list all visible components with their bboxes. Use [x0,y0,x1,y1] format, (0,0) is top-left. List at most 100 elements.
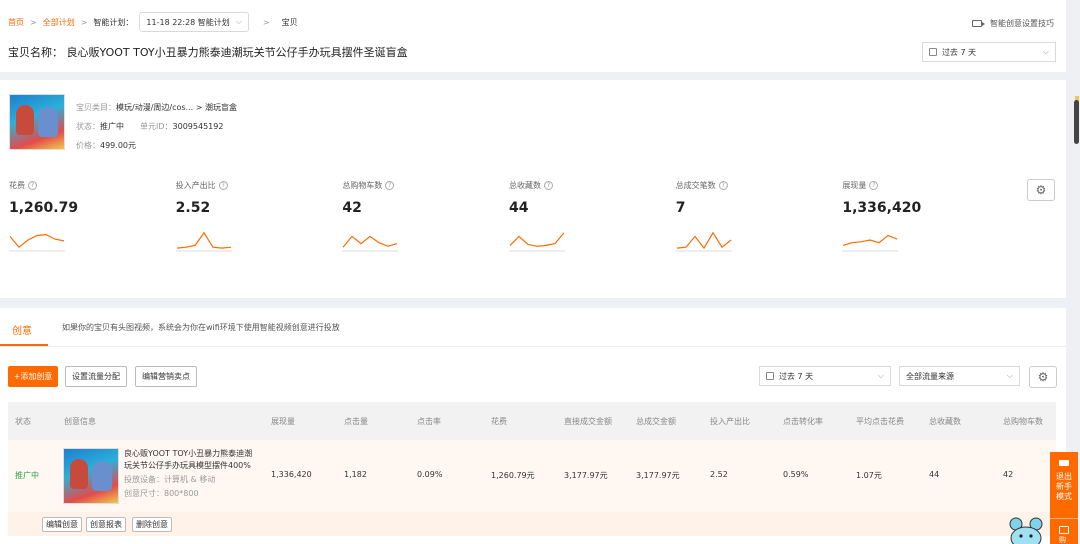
creative-date-value: 过去 7 天 [779,371,814,381]
creative-date-select[interactable]: 过去 7 天 ⌵ [759,366,891,386]
creative-title: 良心贩YOOT TOY小丑暴力熊泰迪潮玩关节公仔手办玩具模型摆件400% [124,449,253,470]
gear-icon: ⚙ [1035,183,1047,197]
help-icon[interactable]: ? [869,181,879,190]
sparkline-series [509,232,565,247]
cart-label: 购 [1059,536,1066,544]
sparkline-roi [175,231,232,252]
edit-selling-points-button[interactable]: 编辑营销卖点 [135,366,197,387]
graduation-cap-icon [1059,460,1069,466]
col-cpc[interactable]: 平均点击花费 [856,416,904,427]
product-status: 状态：推广中 单元ID：3009545192 [76,122,224,131]
product-overview-card: 宝贝类目：模玩/动漫/周边/cos... > 潮玩盲盒 状态：推广中 单元ID：3… [0,80,1066,298]
metric-impressions: 展现量? 1,336,420 [842,180,1009,255]
col-spend[interactable]: 花费 [491,416,507,427]
col-clicks[interactable]: 点击量 [344,416,368,427]
row-actions: 编辑创意 创意报表 删除创意 [8,512,1056,536]
product-image[interactable] [9,94,65,150]
breadcrumb: 首页 > 全部计划 > 智能计划： 11-18 22:28 智能计划 ⌵ > 宝… [8,12,298,32]
smart-plan-select[interactable]: 11-18 22:28 智能计划 ⌵ [139,12,249,32]
creative-report-button[interactable]: 创意报表 [86,517,126,532]
chevron-down-icon: ⌵ [1006,371,1013,380]
sparkline-carts [342,235,399,252]
gear-icon: ⚙ [1037,370,1049,384]
creative-note: 如果你的宝贝有头图视频，系统会为你在wifi环境下使用智能视频创意进行投放 [62,323,340,332]
col-direct-gmv[interactable]: 直接成交金额 [564,416,612,427]
add-creative-button[interactable]: +添加创意 [8,366,58,387]
col-cvr[interactable]: 点击转化率 [783,416,823,427]
creative-image[interactable] [63,448,119,504]
sparkline-series [342,235,398,248]
col-status: 状态 [15,417,31,426]
metric-favorites: 总收藏数? 44 [509,180,676,255]
date-range-select[interactable]: 过去 7 天 ⌵ [922,42,1056,62]
cell-roi: 2.52 [710,470,728,479]
breadcrumb-separator: > [80,17,88,27]
delete-creative-button[interactable]: 删除创意 [132,517,172,532]
sparkline-impressions [842,234,899,252]
calendar-icon [929,48,937,56]
help-icon[interactable]: ? [218,181,228,190]
calendar-icon [766,372,774,380]
mascot-icon[interactable] [1006,516,1046,544]
cell-carts: 42 [1003,470,1014,479]
exit-beginner-mode-label: 退出新手模式 [1056,472,1072,501]
table-row: 推广中 良心贩YOOT TOY小丑暴力熊泰迪潮玩关节公仔手办玩具模型摆件400%… [8,440,1056,512]
row-status: 推广中 [15,471,39,480]
metric-roi: 投入产出比? 2.52 [175,180,343,255]
help-icon[interactable]: ? [28,181,37,190]
cell-clicks: 1,182 [344,470,367,479]
divider [0,346,1066,347]
cell-cpc: 1.07元 [856,471,882,480]
help-icon[interactable]: ? [718,181,728,190]
traffic-source-select[interactable]: 全部流量来源 ⌵ [899,366,1020,386]
breadcrumb-all-plans[interactable]: 全部计划 [43,17,75,28]
video-camera-icon [972,20,985,27]
sparkline-series [843,234,898,246]
cell-cvr: 0.59% [783,470,809,479]
col-ctr[interactable]: 点击率 [417,416,441,427]
col-creative-info: 创意信息 [64,417,96,426]
metric-carts: 总购物车数? 42 [342,180,509,255]
setup-tips-link[interactable]: 智能创意设置技巧 [972,18,1054,29]
col-impressions[interactable]: 展现量 [271,416,295,427]
metric-orders: 总成交笔数? 7 [675,180,843,255]
product-name: 宝贝名称： 良心贩YOOT TOY小丑暴力熊泰迪潮玩关节公仔手办玩具摆件圣诞盲盒 [8,44,408,60]
sparkline-orders [675,231,732,252]
table-header: 状态 创意信息 展现量 点击量 点击率 花费 直接成交金额 总成交金额 投入产出… [8,402,1056,440]
edit-creative-button[interactable]: 编辑创意 [42,517,82,532]
breadcrumb-separator: > [262,17,270,27]
sparkline-favorites [509,232,566,252]
metrics-settings-button[interactable]: ⚙ [1027,179,1055,201]
tab-creative[interactable]: 创意 [12,322,32,337]
creative-device: 投放设备：计算机 & 移动 [124,475,216,484]
cell-ctr: 0.09% [417,470,443,479]
scrollbar-thumb[interactable] [1074,100,1079,144]
col-roi[interactable]: 投入产出比 [710,416,750,427]
cell-spend: 1,260.79元 [491,471,535,480]
cell-impressions: 1,336,420 [271,470,312,479]
sparkline-spend [9,233,65,252]
col-carts[interactable]: 总购物车数 [1003,416,1043,427]
chevron-down-icon: ⌵ [1042,47,1049,56]
help-icon[interactable]: ? [385,181,395,190]
table-settings-button[interactable]: ⚙ [1029,366,1057,388]
cell-total-gmv: 3,177.97元 [636,471,680,480]
date-range-value: 过去 7 天 [942,47,977,57]
breadcrumb-separator: > [30,17,37,27]
sparkline-series [9,233,65,249]
chevron-down-icon: ⌵ [235,17,242,26]
traffic-allocation-button[interactable]: 设置流量分配 [65,366,127,387]
breadcrumb-current: 宝贝 [281,17,298,27]
help-icon[interactable]: ? [544,181,554,190]
breadcrumb-home[interactable]: 首页 [8,17,24,28]
product-price: 价格：499.00元 [76,141,136,150]
col-total-gmv[interactable]: 总成交金额 [636,416,676,427]
exit-beginner-mode-button[interactable]: 退出新手模式 购 [1050,452,1078,544]
header-card: 首页 > 全部计划 > 智能计划： 11-18 22:28 智能计划 ⌵ > 宝… [0,0,1066,72]
metric-spend: 花费? 1,260.79 [9,180,176,255]
divider [1050,518,1078,519]
metrics-row: 花费? 1,260.79 投入产出比? 2.52 总购物车数? 42 总收藏数?… [9,180,1009,255]
creative-section: 创意 如果你的宝贝有头图视频，系统会为你在wifi环境下使用智能视频创意进行投放… [0,308,1066,544]
creative-size: 创意尺寸：800*800 [124,489,199,498]
col-favorites[interactable]: 总收藏数 [929,416,961,427]
